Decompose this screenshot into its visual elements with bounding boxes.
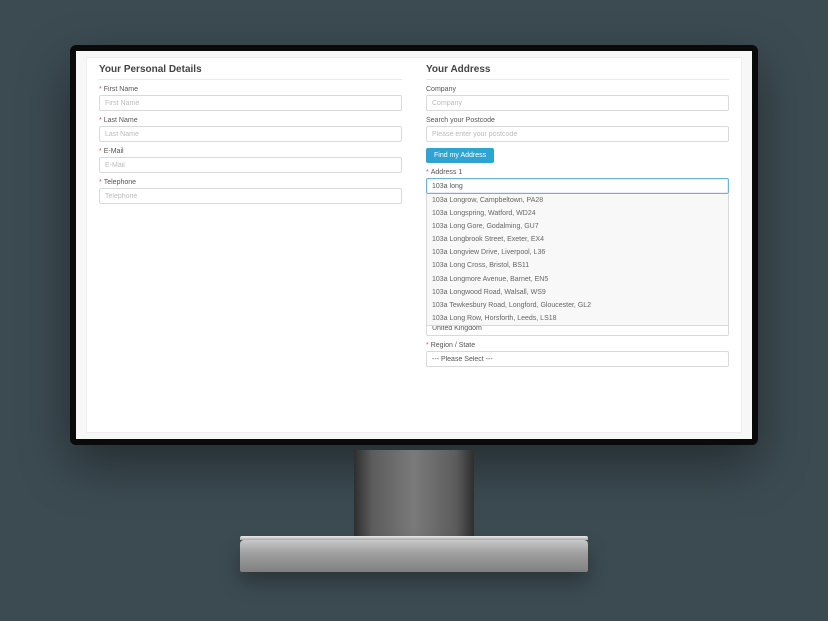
screen: Your Personal Details *First Name *Last … <box>76 51 752 439</box>
required-icon: * <box>426 169 429 176</box>
form-page: Your Personal Details *First Name *Last … <box>86 57 742 433</box>
address-suggestion[interactable]: 103a Longbrook Street, Exeter, EX4 <box>427 233 728 246</box>
company-label: Company <box>426 86 729 93</box>
monitor-frame: Your Personal Details *First Name *Last … <box>70 45 758 445</box>
postcode-label: Search your Postcode <box>426 117 729 124</box>
address-heading: Your Address <box>426 64 729 80</box>
address-suggestion[interactable]: 103a Longspring, Watford, WD24 <box>427 207 728 220</box>
monitor-base <box>240 540 588 572</box>
required-icon: * <box>426 342 429 349</box>
required-icon: * <box>99 86 102 93</box>
first-name-field: *First Name <box>99 86 402 111</box>
address-suggestion[interactable]: 103a Longwood Road, Walsall, WS9 <box>427 286 728 299</box>
address-suggestion[interactable]: 103a Tewkesbury Road, Longford, Gloucest… <box>427 299 728 312</box>
last-name-input[interactable] <box>99 126 402 142</box>
find-address-button[interactable]: Find my Address <box>426 148 494 163</box>
address1-label: *Address 1 <box>426 169 729 176</box>
address-suggestion[interactable]: 103a Long Cross, Bristol, BS11 <box>427 259 728 272</box>
first-name-input[interactable] <box>99 95 402 111</box>
address1-input[interactable] <box>426 178 729 194</box>
email-field: *E-Mail <box>99 148 402 173</box>
address-suggestion[interactable]: 103a Longrow, Campbeltown, PA28 <box>427 194 728 207</box>
telephone-input[interactable] <box>99 188 402 204</box>
address-suggestion[interactable]: 103a Longmore Avenue, Barnet, EN5 <box>427 273 728 286</box>
monitor-neck <box>354 450 474 540</box>
address-suggestions-dropdown: 103a Longrow, Campbeltown, PA28 103a Lon… <box>426 194 729 326</box>
company-field: Company <box>426 86 729 111</box>
address1-field: *Address 1 103a Longrow, Campbeltown, PA… <box>426 169 729 194</box>
region-field: *Region / State --- Please Select --- <box>426 342 729 367</box>
last-name-label: *Last Name <box>99 117 402 124</box>
address-suggestion[interactable]: 103a Longview Drive, Liverpool, L36 <box>427 246 728 259</box>
address-suggestion[interactable]: 103a Long Row, Horsforth, Leeds, LS18 <box>427 312 728 325</box>
telephone-label: *Telephone <box>99 179 402 186</box>
email-input[interactable] <box>99 157 402 173</box>
required-icon: * <box>99 179 102 186</box>
first-name-label: *First Name <box>99 86 402 93</box>
region-select[interactable]: --- Please Select --- <box>426 351 729 367</box>
region-label: *Region / State <box>426 342 729 349</box>
address-column: Your Address Company Search your Postcod… <box>414 58 741 432</box>
telephone-field: *Telephone <box>99 179 402 204</box>
required-icon: * <box>99 148 102 155</box>
address-suggestion[interactable]: 103a Long Gore, Godalming, GU7 <box>427 220 728 233</box>
postcode-field: Search your Postcode <box>426 117 729 142</box>
personal-details-column: Your Personal Details *First Name *Last … <box>87 58 414 432</box>
company-input[interactable] <box>426 95 729 111</box>
email-label: *E-Mail <box>99 148 402 155</box>
personal-heading: Your Personal Details <box>99 64 402 80</box>
required-icon: * <box>99 117 102 124</box>
last-name-field: *Last Name <box>99 117 402 142</box>
postcode-input[interactable] <box>426 126 729 142</box>
